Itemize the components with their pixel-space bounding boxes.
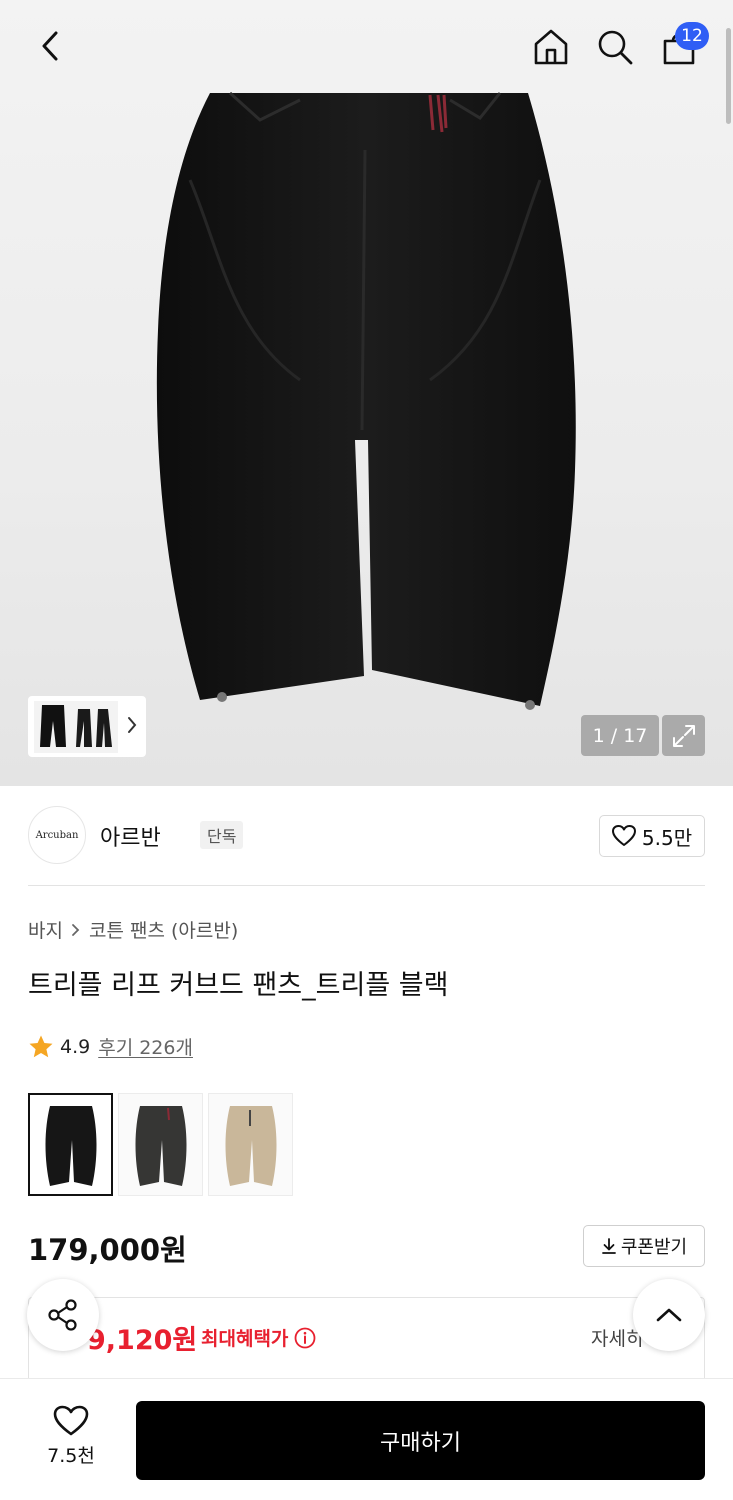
swatch-image <box>225 1105 276 1186</box>
chevron-right-icon <box>128 717 137 733</box>
share-icon <box>48 1299 77 1331</box>
home-button[interactable] <box>528 24 574 70</box>
max-benefit-label-text: 최대혜택가 <box>201 1328 289 1350</box>
breadcrumb-category[interactable]: 바지 <box>28 916 63 943</box>
back-button[interactable] <box>28 24 72 68</box>
product-price: 179,000원 <box>28 1233 187 1267</box>
scroll-to-top-button[interactable] <box>633 1279 705 1351</box>
color-option-triple-black[interactable] <box>28 1093 113 1196</box>
rating-row: 4.9 후기 226개 <box>28 1033 193 1060</box>
chevron-left-icon <box>42 31 58 61</box>
chevron-up-icon <box>656 1308 682 1322</box>
get-coupon-button[interactable]: 쿠폰받기 <box>583 1225 705 1267</box>
wishlist-count: 7.5천 <box>47 1445 95 1467</box>
page-scrollbar[interactable] <box>726 28 731 124</box>
gallery-counter: 1 / 17 <box>581 715 659 756</box>
product-image-gallery[interactable]: 12 1 / 17 <box>0 0 733 786</box>
expand-icon <box>672 724 695 747</box>
heart-icon <box>53 1405 89 1436</box>
brand-logo-text: Arcuban <box>35 829 79 841</box>
brand-like-count: 5.5만 <box>641 825 693 850</box>
gallery-thumbnail-image <box>34 700 118 753</box>
search-button[interactable] <box>592 24 638 70</box>
chevron-right-icon <box>72 923 80 936</box>
search-icon <box>598 30 633 65</box>
wishlist-button[interactable]: 7.5천 <box>30 1405 112 1468</box>
top-navigation-bar: 12 <box>0 0 733 93</box>
color-option-beige[interactable] <box>208 1093 293 1196</box>
home-icon <box>534 29 568 65</box>
brand-logo[interactable]: Arcuban <box>28 806 86 864</box>
breadcrumb: 바지 코튼 팬츠 (아르반) <box>28 916 238 943</box>
cart-count-badge: 12 <box>675 22 709 50</box>
bottom-action-bar: 7.5천 구매하기 <box>0 1378 733 1500</box>
review-count-link[interactable]: 후기 226개 <box>98 1033 193 1060</box>
product-image-black-pants <box>156 91 576 710</box>
rating-score: 4.9 <box>60 1035 91 1058</box>
product-title: 트리플 리프 커브드 팬츠_트리플 블랙 <box>28 970 449 1001</box>
exclusive-badge: 단독 <box>200 821 244 849</box>
section-divider <box>28 885 705 886</box>
share-button[interactable] <box>27 1279 99 1351</box>
star-icon <box>29 1035 53 1057</box>
color-options <box>28 1093 293 1196</box>
fullscreen-button[interactable] <box>662 715 705 756</box>
swatch-image <box>45 1105 96 1186</box>
gallery-thumbnail-strip[interactable] <box>28 696 146 757</box>
info-icon[interactable] <box>294 1327 316 1349</box>
heart-icon <box>611 825 636 846</box>
max-benefit-price: 9,120원 <box>87 1325 198 1356</box>
max-benefit-label: 최대혜택가 <box>201 1324 316 1351</box>
color-option-charcoal[interactable] <box>118 1093 203 1196</box>
brand-name[interactable]: 아르반 <box>100 820 161 852</box>
brand-row: Arcuban 아르반 단독 5.5만 <box>28 806 705 866</box>
breadcrumb-subcategory[interactable]: 코튼 팬츠 (아르반) <box>89 916 238 943</box>
swatch-image <box>135 1105 186 1186</box>
download-icon <box>601 1238 616 1254</box>
coupon-label: 쿠폰받기 <box>620 1237 688 1258</box>
buy-button[interactable]: 구매하기 <box>136 1401 705 1480</box>
brand-like-button[interactable]: 5.5만 <box>599 815 705 857</box>
